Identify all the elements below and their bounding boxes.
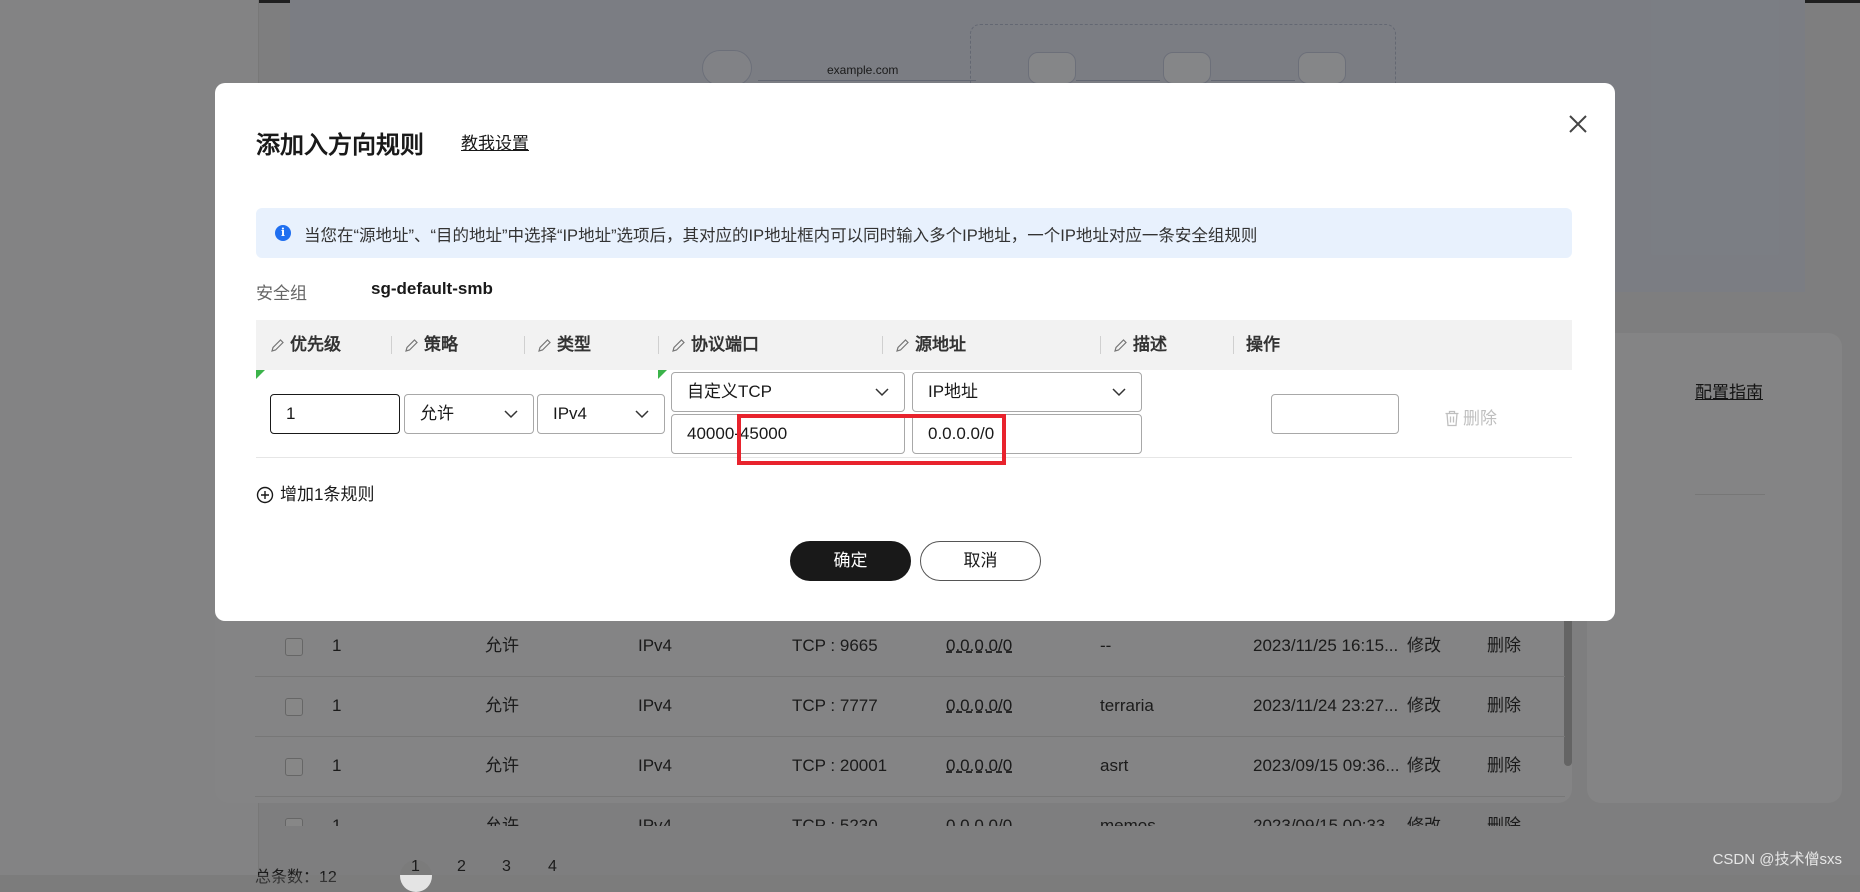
info-notice: i 当您在“源地址”、“目的地址”中选择“IP地址”选项后，其对应的IP地址框内… bbox=[256, 208, 1572, 258]
column-action-label: 操作 bbox=[1246, 335, 1280, 354]
column-divider bbox=[882, 336, 883, 354]
column-divider bbox=[1233, 336, 1234, 354]
column-source-label: 源地址 bbox=[915, 335, 966, 354]
edit-pen-icon bbox=[896, 339, 909, 352]
watermark: CSDN @技术僧sxs bbox=[1712, 851, 1842, 868]
add-inbound-rule-dialog: 添加入方向规则 教我设置 i 当您在“源地址”、“目的地址”中选择“IP地址”选… bbox=[215, 83, 1615, 621]
add-rule-button[interactable]: 增加1条规则 bbox=[256, 480, 374, 505]
confirm-button[interactable]: 确定 bbox=[790, 541, 911, 581]
column-divider bbox=[1100, 336, 1101, 354]
edit-pen-icon bbox=[672, 339, 685, 352]
column-divider bbox=[658, 336, 659, 354]
column-divider bbox=[524, 336, 525, 354]
notice-text: 当您在“源地址”、“目的地址”中选择“IP地址”选项后，其对应的IP地址框内可以… bbox=[304, 227, 1258, 245]
edit-pen-icon bbox=[1114, 339, 1127, 352]
rule-delete-button[interactable]: 删除 bbox=[1444, 404, 1497, 429]
help-link[interactable]: 教我设置 bbox=[461, 129, 529, 154]
source-type-value: IP地址 bbox=[928, 382, 979, 401]
chevron-down-icon bbox=[1112, 388, 1126, 397]
source-type-select[interactable]: IP地址 bbox=[912, 372, 1142, 412]
type-select[interactable]: IPv4 bbox=[537, 394, 665, 434]
edit-pen-icon bbox=[405, 339, 418, 352]
chevron-down-icon bbox=[875, 388, 889, 397]
column-type-label: 类型 bbox=[557, 335, 591, 354]
edited-marker bbox=[256, 370, 265, 379]
cancel-button[interactable]: 取消 bbox=[920, 541, 1041, 581]
column-description: 描述 bbox=[1113, 320, 1167, 370]
column-description-label: 描述 bbox=[1133, 335, 1167, 354]
description-input[interactable] bbox=[1271, 394, 1399, 434]
chevron-down-icon bbox=[635, 410, 649, 419]
dialog-title: 添加入方向规则 bbox=[256, 132, 424, 159]
close-icon[interactable] bbox=[1565, 111, 1591, 137]
column-action: 操作 bbox=[1246, 320, 1280, 370]
column-protocol-port-label: 协议端口 bbox=[691, 335, 759, 354]
edit-pen-icon bbox=[538, 339, 551, 352]
column-source: 源地址 bbox=[895, 320, 966, 370]
priority-input[interactable]: 1 bbox=[270, 394, 400, 434]
chevron-down-icon bbox=[504, 410, 518, 419]
trash-icon bbox=[1445, 410, 1459, 427]
rule-delete-label: 删除 bbox=[1463, 409, 1497, 428]
column-protocol-port: 协议端口 bbox=[671, 320, 759, 370]
column-policy-label: 策略 bbox=[424, 335, 458, 354]
edit-pen-icon bbox=[271, 339, 284, 352]
security-group-label: 安全组 bbox=[256, 284, 307, 303]
red-highlight-annotation bbox=[737, 414, 1006, 465]
priority-value: 1 bbox=[286, 404, 296, 423]
protocol-value: 自定义TCP bbox=[687, 382, 772, 401]
column-policy: 策略 bbox=[404, 320, 458, 370]
protocol-select[interactable]: 自定义TCP bbox=[671, 372, 905, 412]
info-icon: i bbox=[275, 225, 291, 241]
policy-value: 允许 bbox=[420, 404, 454, 423]
column-priority-label: 优先级 bbox=[290, 335, 341, 354]
column-divider bbox=[391, 336, 392, 354]
plus-circle-icon bbox=[256, 486, 274, 504]
edited-marker bbox=[658, 370, 667, 379]
add-rule-label: 增加1条规则 bbox=[280, 485, 375, 504]
policy-select[interactable]: 允许 bbox=[404, 394, 534, 434]
type-value: IPv4 bbox=[553, 404, 588, 423]
rules-table-header: 优先级 策略 类型 协议端口 源地址 描述 操作 bbox=[256, 320, 1572, 370]
column-type: 类型 bbox=[537, 320, 591, 370]
column-priority: 优先级 bbox=[270, 320, 341, 370]
security-group-value: sg-default-smb bbox=[371, 279, 493, 298]
